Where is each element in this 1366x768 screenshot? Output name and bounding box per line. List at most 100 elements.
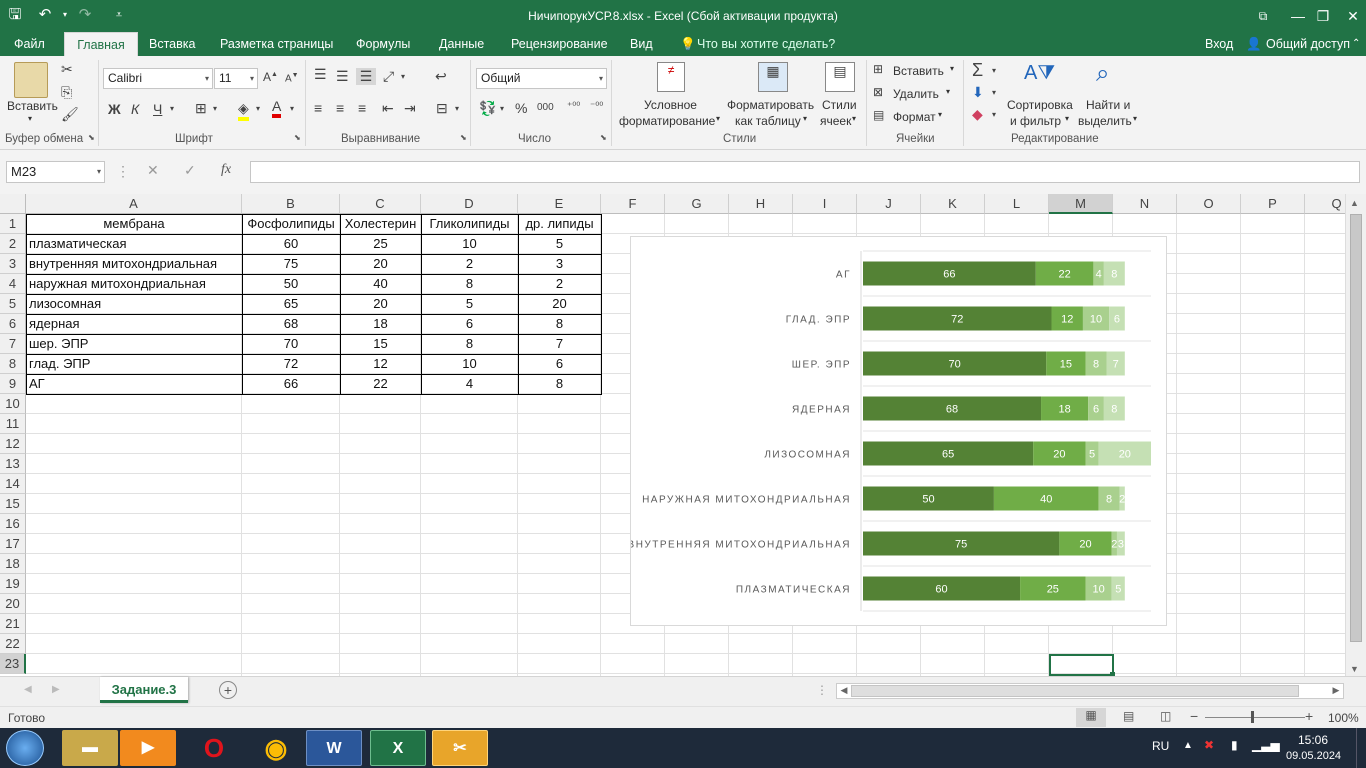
column-header[interactable]: H [729, 194, 793, 214]
table-cell[interactable]: 8 [424, 334, 515, 354]
sort-filter-label1[interactable]: Сортировка [1007, 98, 1073, 112]
wrap-text-icon[interactable]: ↩ [435, 68, 447, 85]
alignment-launcher-icon[interactable]: ⬊ [460, 133, 467, 142]
scroll-down-icon[interactable]: ▼ [1350, 664, 1359, 674]
signal-icon[interactable]: ▁▃▅ [1252, 738, 1280, 752]
sort-filter-label2[interactable]: и фильтр [1010, 114, 1061, 128]
table-cell[interactable]: 6 [424, 314, 515, 334]
row-header[interactable]: 22 [0, 634, 26, 654]
table-cell[interactable]: 70 [245, 334, 337, 354]
table-cell[interactable]: АГ [29, 374, 239, 394]
horizontal-scrollbar[interactable]: ◀ ▶ [836, 683, 1344, 699]
table-cell[interactable]: 7 [521, 334, 598, 354]
start-button-icon[interactable] [6, 730, 44, 766]
clear-dropdown-icon[interactable]: ▾ [992, 110, 996, 119]
table-cell[interactable]: 6 [521, 354, 598, 374]
zoom-out-icon[interactable]: − [1190, 708, 1198, 724]
clipboard-launcher-icon[interactable]: ⬊ [88, 133, 95, 142]
column-header[interactable]: J [857, 194, 921, 214]
row-header[interactable]: 23 [0, 654, 26, 674]
format-as-table-label2[interactable]: как таблицу [735, 114, 801, 128]
underline-button[interactable]: Ч [153, 101, 162, 117]
column-header[interactable]: B [242, 194, 340, 214]
row-header[interactable]: 9 [0, 374, 26, 394]
table-cell[interactable]: Холестерин [343, 214, 418, 234]
show-desktop-button[interactable] [1356, 728, 1366, 768]
number-format-select[interactable]: Общий ▾ [476, 68, 607, 89]
bold-button[interactable]: Ж [108, 101, 121, 117]
row-header[interactable]: 1 [0, 214, 26, 234]
tab-insert[interactable]: Вставка [149, 32, 195, 56]
find-select-label2[interactable]: выделить [1078, 114, 1132, 128]
formula-bar-options-icon[interactable]: ⋮ [116, 163, 130, 180]
align-middle-icon[interactable]: ☰ [336, 68, 349, 85]
table-cell[interactable]: 40 [343, 274, 418, 294]
cell-styles-label2[interactable]: ячеек [820, 114, 851, 128]
conditional-format-label1[interactable]: Условное [644, 98, 697, 112]
column-header[interactable]: D [421, 194, 518, 214]
page-layout-view-icon[interactable]: ▤ [1123, 709, 1134, 723]
scroll-left-icon[interactable]: ◀ [837, 685, 851, 696]
conditional-format-dropdown-icon[interactable]: ▾ [716, 114, 720, 123]
column-header[interactable]: A [26, 194, 242, 214]
row-header[interactable]: 3 [0, 254, 26, 274]
table-cell[interactable]: 8 [424, 274, 515, 294]
tab-review[interactable]: Рецензирование [511, 32, 608, 56]
row-header[interactable]: 20 [0, 594, 26, 614]
fill-dropdown-icon-2[interactable]: ▾ [992, 88, 996, 97]
table-cell[interactable]: др. липиды [521, 214, 598, 234]
table-cell[interactable]: шер. ЭПР [29, 334, 239, 354]
column-header[interactable]: N [1113, 194, 1177, 214]
align-center-icon[interactable]: ≡ [336, 100, 344, 116]
tab-formulas[interactable]: Формулы [356, 32, 410, 56]
column-header[interactable]: F [601, 194, 665, 214]
row-header[interactable]: 12 [0, 434, 26, 454]
row-header[interactable]: 2 [0, 234, 26, 254]
table-cell[interactable]: лизосомная [29, 294, 239, 314]
align-bottom-icon[interactable]: ☰ [356, 68, 376, 85]
row-header[interactable]: 11 [0, 414, 26, 434]
row-header[interactable]: 19 [0, 574, 26, 594]
format-painter-icon[interactable]: 🖌 [61, 106, 79, 123]
table-cell[interactable]: Фосфолипиды [245, 214, 337, 234]
select-all-corner[interactable] [0, 194, 26, 214]
font-color-icon[interactable]: A [272, 98, 282, 118]
stacked-bar-chart[interactable]: АГ 66 22 4 8 ГЛАД. ЭПР 72 12 10 6 ШЕР. ЭПР 70 15 8 7 ЯД… [628, 236, 1167, 626]
tab-view[interactable]: Вид [630, 32, 653, 56]
close-icon[interactable]: ✕ [1330, 0, 1366, 32]
borders-dropdown-icon[interactable]: ▾ [213, 104, 217, 113]
align-right-icon[interactable]: ≡ [358, 100, 366, 116]
table-cell[interactable]: 2 [521, 274, 598, 294]
paste-icon[interactable] [14, 62, 48, 98]
column-header[interactable]: L [985, 194, 1049, 214]
table-cell[interactable]: 65 [245, 294, 337, 314]
name-box[interactable]: M23 ▾ [6, 161, 105, 183]
increase-decimal-icon[interactable]: ⁺⁰⁰ [567, 101, 580, 112]
row-header[interactable]: 7 [0, 334, 26, 354]
insert-function-button[interactable]: fx [221, 162, 231, 178]
tab-page-layout[interactable]: Разметка страницы [220, 32, 333, 56]
align-top-icon[interactable]: ☰ [314, 66, 327, 83]
row-header[interactable]: 18 [0, 554, 26, 574]
table-cell[interactable]: 5 [521, 234, 598, 254]
autosum-dropdown-icon[interactable]: ▾ [992, 66, 996, 75]
network-icon[interactable]: ✖ [1204, 738, 1214, 752]
tab-data[interactable]: Данные [439, 32, 484, 56]
decrease-decimal-icon[interactable]: ⁻⁰⁰ [590, 101, 603, 112]
find-select-dropdown-icon[interactable]: ▾ [1133, 114, 1137, 123]
zoom-slider[interactable] [1205, 717, 1305, 718]
find-select-icon[interactable]: ⌕ [1096, 60, 1109, 88]
number-launcher-icon[interactable]: ⬊ [600, 133, 607, 142]
font-color-dropdown-icon[interactable]: ▾ [290, 104, 294, 113]
add-sheet-icon[interactable]: + [219, 681, 237, 699]
delete-cells-button[interactable]: Удалить [893, 87, 939, 101]
row-header[interactable]: 16 [0, 514, 26, 534]
table-cell[interactable]: 75 [245, 254, 337, 274]
paste-dropdown-icon[interactable]: ▾ [28, 114, 32, 123]
table-cell[interactable]: внутренняя митохондриальная [29, 254, 239, 274]
normal-view-icon[interactable]: ▦ [1076, 708, 1106, 727]
clock-time[interactable]: 15:06 [1298, 733, 1328, 747]
column-header[interactable]: C [340, 194, 421, 214]
zoom-level[interactable]: 100% [1328, 711, 1359, 725]
table-cell[interactable]: 10 [424, 234, 515, 254]
